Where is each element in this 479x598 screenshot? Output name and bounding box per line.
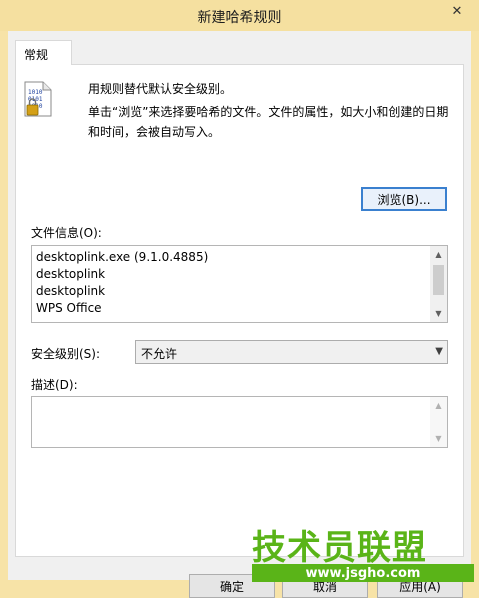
list-item: desktoplink.exe (9.1.0.4885) (36, 250, 209, 264)
description-line-1: 用规则替代默认安全级别。 (88, 82, 233, 96)
scroll-down-icon[interactable]: ▼ (430, 305, 447, 322)
watermark-logo-text: 技术员联盟 (252, 528, 427, 568)
binary-file-lock-icon: 1010 0101 1010 (24, 81, 52, 117)
security-level-label: 安全级别(S): (31, 347, 101, 361)
file-info-label: 文件信息(O): (31, 226, 102, 240)
security-level-select[interactable]: 不允许 ▼ (135, 340, 448, 364)
file-info-scrollbar[interactable]: ▲ ▼ (430, 246, 447, 322)
window-title: 新建哈希规则 (197, 10, 282, 26)
notes-scrollbar[interactable]: ▲ ▼ (430, 397, 447, 447)
close-button[interactable]: ✕ (441, 1, 473, 21)
list-item: WPS Office (36, 301, 102, 315)
dialog-body: 常规 1010 0101 1010 用规则替代默认安全级别。 单击“浏览”来选择… (8, 31, 471, 598)
close-icon: ✕ (451, 3, 463, 19)
scroll-thumb[interactable] (433, 265, 444, 295)
tab-general-label: 常规 (24, 48, 49, 62)
browse-button[interactable]: 浏览(B)... (361, 187, 447, 211)
notes-label: 描述(D): (31, 378, 78, 392)
title-bar: 新建哈希规则 ✕ (0, 0, 479, 31)
notes-textarea[interactable]: ▲ ▼ (31, 396, 448, 448)
list-item: desktoplink (36, 267, 106, 281)
watermark: 技术员联盟 www.jsgho.com (252, 520, 476, 584)
list-item: desktoplink (36, 284, 106, 298)
description-line-2: 单击“浏览”来选择要哈希的文件。文件的属性，如大小和创建的日期和时间，会被自动写… (88, 105, 449, 139)
scroll-up-icon[interactable]: ▲ (430, 246, 447, 263)
watermark-url: www.jsgho.com (252, 564, 474, 582)
security-level-value: 不允许 (141, 347, 178, 361)
scroll-down-icon[interactable]: ▼ (430, 430, 447, 447)
file-info-listbox[interactable]: desktoplink.exe (9.1.0.4885) desktoplink… (31, 245, 448, 323)
tab-general[interactable]: 常规 (15, 40, 72, 65)
svg-text:1010: 1010 (28, 89, 43, 96)
chevron-down-icon: ▼ (435, 346, 443, 357)
scroll-up-icon[interactable]: ▲ (430, 397, 447, 414)
